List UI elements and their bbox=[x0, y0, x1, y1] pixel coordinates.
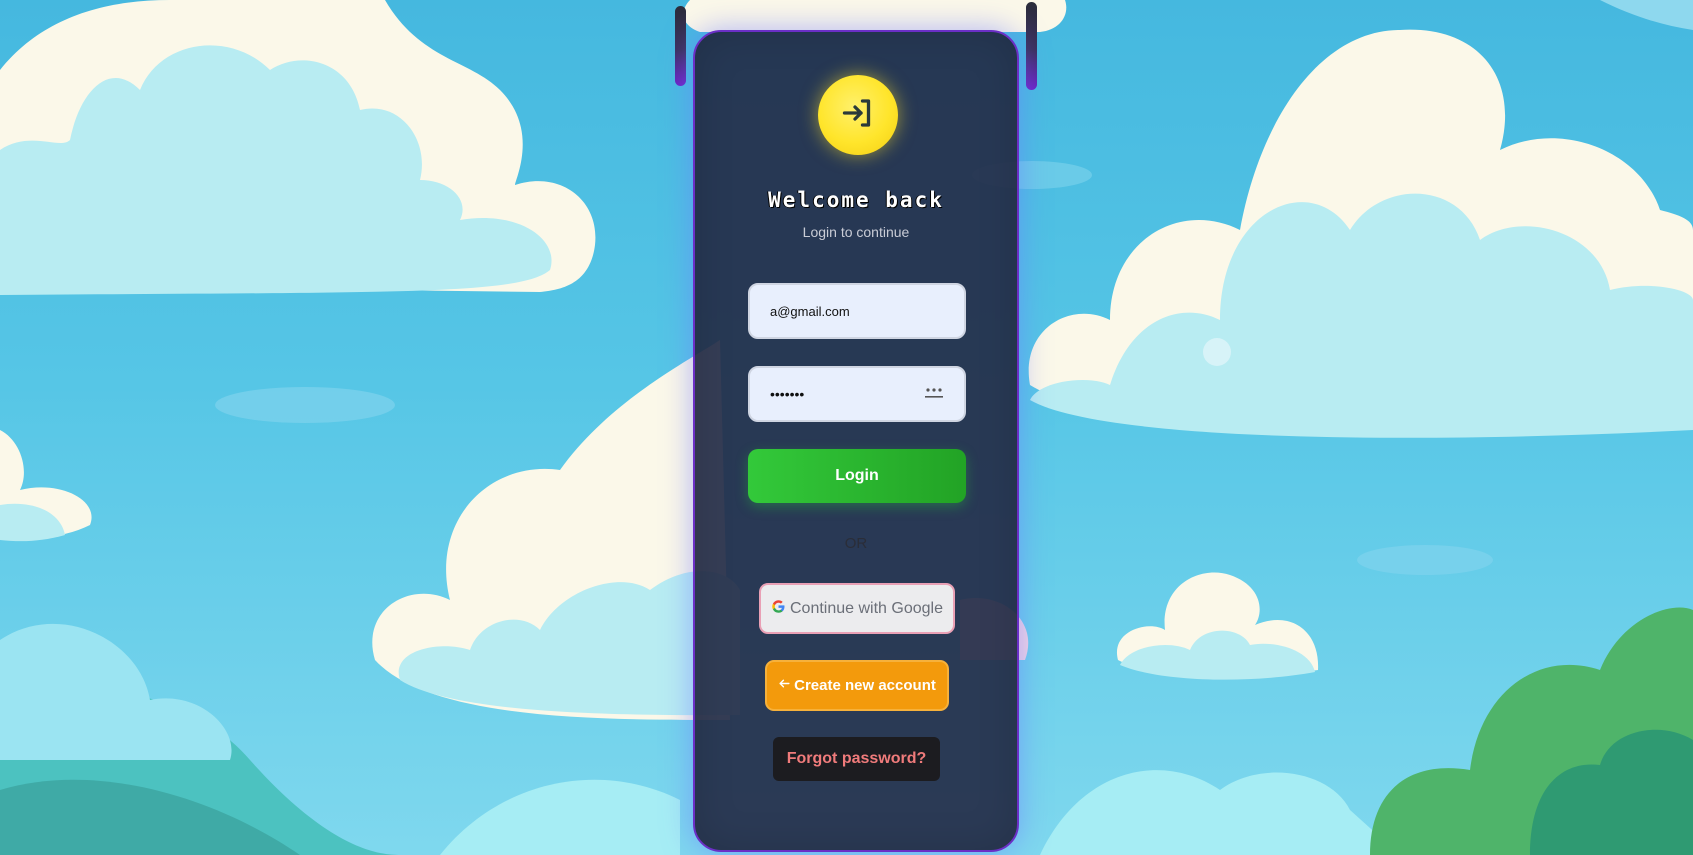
google-g-icon bbox=[771, 599, 786, 619]
wisp-right bbox=[1357, 545, 1493, 575]
page-subtitle: Login to continue bbox=[802, 224, 910, 240]
cloud-small-right bbox=[1116, 572, 1319, 680]
password-dots-icon[interactable] bbox=[924, 386, 944, 403]
page-title: Welcome back bbox=[768, 188, 944, 212]
or-divider: OR bbox=[844, 535, 868, 552]
login-arrow-icon bbox=[840, 95, 876, 136]
forgot-password-button[interactable]: Forgot password? bbox=[773, 737, 940, 781]
login-card: Welcome back Login to continue a@gmail.c… bbox=[693, 30, 1019, 852]
cloud-right bbox=[1028, 29, 1693, 438]
password-field-value: ••••••• bbox=[770, 386, 805, 402]
arrow-left-icon bbox=[778, 677, 791, 694]
hanging-bar-left bbox=[675, 6, 686, 86]
cloud-corner bbox=[1600, 0, 1693, 30]
login-logo bbox=[818, 75, 898, 155]
google-signin-button[interactable]: Continue with Google bbox=[759, 583, 955, 634]
wisp-left bbox=[215, 387, 395, 423]
password-field[interactable]: ••••••• bbox=[748, 366, 966, 422]
create-account-button[interactable]: Create new account bbox=[765, 660, 949, 711]
cloud-top-center bbox=[683, 0, 1067, 32]
google-signin-label: Continue with Google bbox=[790, 599, 943, 617]
email-field[interactable]: a@gmail.com bbox=[748, 283, 966, 339]
email-field-value: a@gmail.com bbox=[770, 303, 850, 319]
login-button[interactable]: Login bbox=[748, 449, 966, 503]
cloud-top-left bbox=[0, 0, 596, 295]
bushes bbox=[1370, 607, 1693, 855]
hanging-bar-right bbox=[1026, 2, 1037, 90]
cloud-small-left bbox=[0, 430, 92, 542]
create-account-label: Create new account bbox=[794, 677, 936, 694]
